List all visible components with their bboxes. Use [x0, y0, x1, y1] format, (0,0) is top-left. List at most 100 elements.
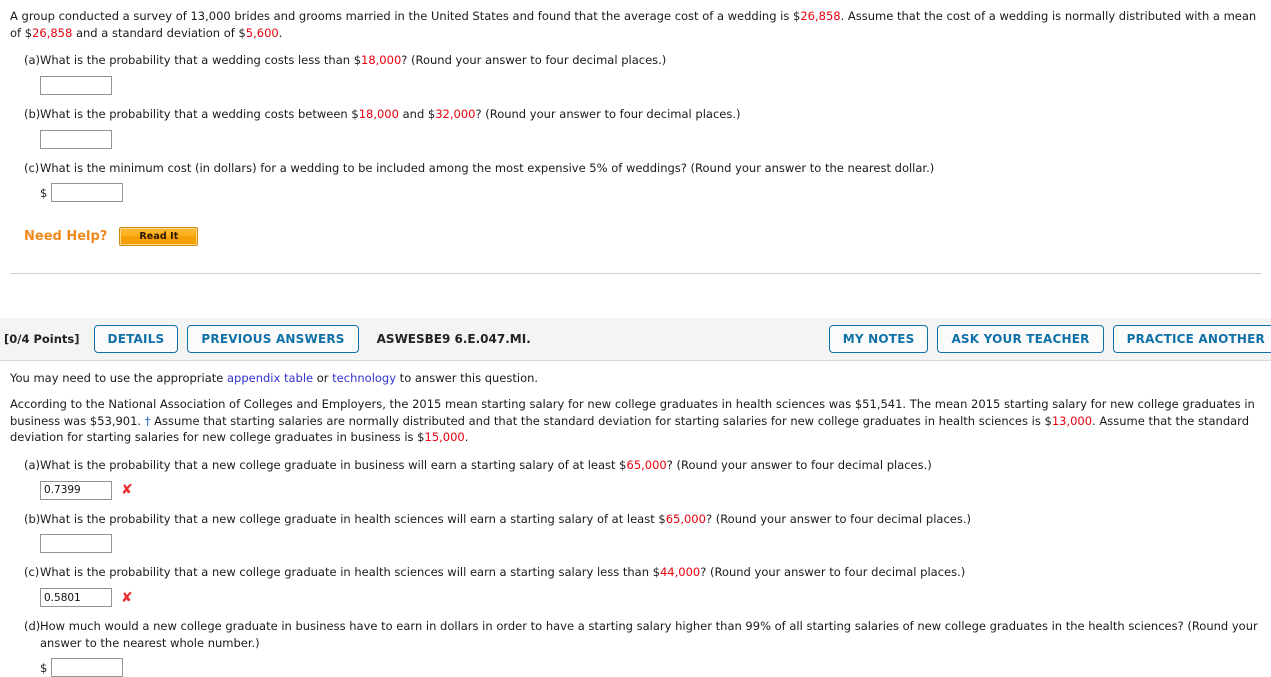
highlighted-value: 5,600 [245, 25, 279, 40]
answer-row [40, 76, 1261, 96]
answer-input[interactable] [51, 183, 124, 203]
text-segment: What is the probability that a wedding c… [40, 53, 362, 68]
part-label: (c) [24, 160, 40, 175]
points-badge: [0/4 Points] [4, 332, 80, 347]
part-question-text: What is the probability that a new colle… [40, 564, 1261, 581]
question-block-1: A group conducted a survey of 13,000 bri… [0, 0, 1271, 275]
highlighted-value: 26,858 [800, 9, 841, 23]
part-label: (d) [24, 619, 41, 634]
text-segment: ? (Round your answer to four decimal pla… [700, 565, 966, 580]
text-segment: What is the probability that a new colle… [40, 565, 660, 580]
details-button[interactable]: DETAILS [93, 325, 179, 354]
text-segment: Assume that starting salaries are normal… [150, 413, 1052, 428]
answer-input[interactable] [40, 129, 112, 149]
appendix-hint-line: You may need to use the appropriate appe… [10, 370, 1261, 387]
question-part: (d) How much would a new college graduate… [10, 618, 1261, 677]
answer-input[interactable] [40, 480, 112, 500]
need-help-row: Need Help? Read It [24, 227, 1261, 247]
text-segment: . [464, 430, 469, 445]
answer-input[interactable] [40, 534, 112, 554]
answer-row: ✘ [40, 588, 1261, 608]
highlighted-value: 32,000 [435, 107, 476, 122]
answer-input[interactable] [40, 76, 112, 96]
question-code: ASWESBE9 6.E.047.MI. [376, 332, 531, 347]
incorrect-mark-icon: ✘ [121, 482, 133, 499]
inline-link[interactable]: technology [332, 371, 396, 385]
answer-row: $ [40, 658, 1261, 677]
part-label: (a) [24, 53, 41, 68]
highlighted-value: 15,000 [424, 430, 465, 445]
text-segment: What is the probability that a wedding c… [40, 107, 359, 122]
question-part: (a) What is the probability that a weddin… [10, 52, 1261, 96]
ask-your-teacher-button[interactable]: ASK YOUR TEACHER [937, 325, 1104, 354]
part-label: (c) [24, 565, 40, 580]
highlighted-value: 13,000 [1051, 413, 1093, 428]
answer-input[interactable] [51, 658, 124, 677]
part-question-text: How much would a new college graduate in… [40, 618, 1261, 651]
question-part: (b) What is the probability that a new co… [10, 511, 1261, 554]
question-2-stem: According to the National Association of… [10, 396, 1261, 446]
part-body: What is the probability that a new colle… [40, 457, 1261, 500]
text-segment: ? (Round your answer to four decimal pla… [401, 53, 667, 68]
question-1-stem: A group conducted a survey of 13,000 bri… [10, 8, 1261, 41]
text-segment: You may need to use the appropriate [10, 371, 227, 386]
part-body: How much would a new college graduate in… [40, 618, 1261, 677]
answer-row [40, 129, 1261, 149]
question-2-parts: (a) What is the probability that a new co… [10, 457, 1261, 677]
answer-row: $ [40, 183, 1261, 203]
question-part: (c) What is the probability that a new co… [10, 564, 1261, 608]
highlighted-value: 65,000 [665, 511, 706, 526]
part-question-text: What is the probability that a wedding c… [40, 52, 1261, 69]
question-block-2: You may need to use the appropriate appe… [0, 361, 1271, 677]
answer-input[interactable] [40, 588, 112, 608]
highlighted-value: 44,000 [659, 565, 701, 580]
text-segment: What is the probability that a new colle… [40, 511, 666, 526]
inline-link[interactable]: appendix table [227, 371, 313, 385]
section-divider [10, 273, 1261, 275]
question-2-header-bar: [0/4 Points] DETAILS PREVIOUS ANSWERS AS… [0, 318, 1271, 362]
text-segment: ? (Round your answer to four decimal pla… [666, 458, 932, 473]
text-segment: and $ [398, 107, 436, 122]
read-it-button[interactable]: Read It [119, 227, 199, 247]
header-right-actions: MY NOTES ASK YOUR TEACHER PRACTICE ANOTH… [828, 325, 1271, 354]
text-segment: What is the minimum cost (in dollars) fo… [40, 160, 935, 175]
question-1-parts: (a) What is the probability that a weddin… [10, 52, 1261, 203]
text-segment: ? (Round your answer to four decimal pla… [705, 511, 971, 526]
text-segment: How much would a new college graduate in… [40, 619, 1258, 650]
part-body: What is the probability that a new colle… [40, 511, 1261, 554]
text-segment: What is the probability that a new colle… [40, 458, 627, 473]
question-part: (c) What is the minimum cost (in dollars)… [10, 160, 1261, 203]
text-segment: . [278, 25, 283, 40]
part-body: What is the probability that a wedding c… [40, 106, 1261, 149]
question-part: (a) What is the probability that a new co… [10, 457, 1261, 500]
part-label: (b) [24, 107, 41, 122]
part-label: (a) [24, 458, 41, 473]
previous-answers-button[interactable]: PREVIOUS ANSWERS [187, 325, 359, 354]
highlighted-value: 65,000 [626, 458, 667, 473]
highlighted-value: 26,858 [32, 25, 73, 40]
answer-row [40, 534, 1261, 554]
text-segment: A group conducted a survey of 13,000 bri… [10, 9, 801, 23]
part-label: (b) [24, 511, 41, 526]
dollar-sign-label: $ [40, 185, 48, 200]
part-question-text: What is the minimum cost (in dollars) fo… [40, 160, 1261, 177]
answer-row: ✘ [40, 480, 1261, 500]
need-help-label: Need Help? [24, 229, 108, 245]
part-question-text: What is the probability that a new colle… [40, 511, 1261, 528]
highlighted-value: 18,000 [361, 53, 402, 68]
dollar-sign-label: $ [40, 660, 48, 675]
text-segment: ? (Round your answer to four decimal pla… [475, 107, 741, 122]
part-body: What is the probability that a wedding c… [40, 52, 1261, 96]
highlighted-value: 18,000 [358, 107, 399, 122]
incorrect-mark-icon: ✘ [121, 589, 133, 606]
part-question-text: What is the probability that a new colle… [40, 457, 1261, 474]
part-body: What is the probability that a new colle… [40, 564, 1261, 608]
question-part: (b) What is the probability that a weddin… [10, 106, 1261, 149]
text-segment: and a standard deviation of $ [72, 25, 246, 40]
text-segment: to answer this question. [396, 371, 539, 386]
part-question-text: What is the probability that a wedding c… [40, 106, 1261, 123]
part-body: What is the minimum cost (in dollars) fo… [40, 160, 1261, 203]
text-segment: or [313, 371, 333, 386]
my-notes-button[interactable]: MY NOTES [828, 325, 929, 354]
practice-another-button[interactable]: PRACTICE ANOTHER [1112, 325, 1271, 354]
